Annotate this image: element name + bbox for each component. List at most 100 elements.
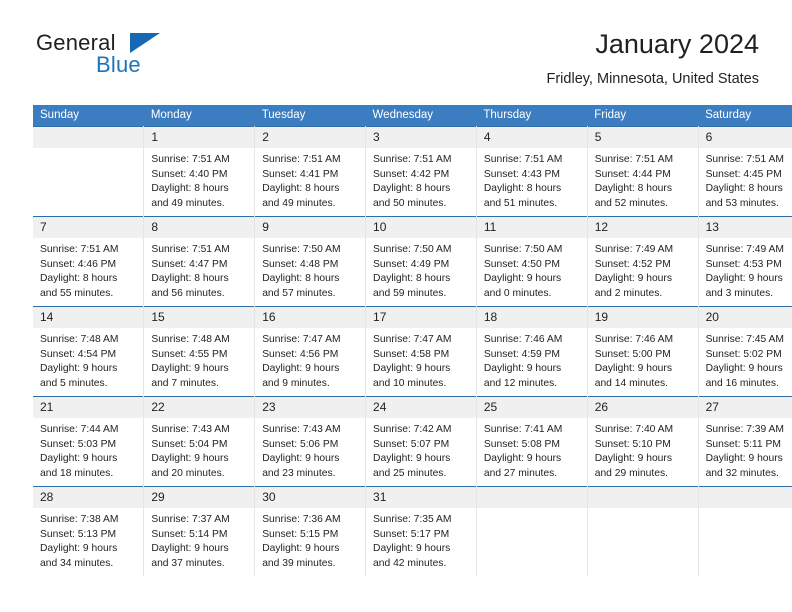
day-cell[interactable]: 5 Sunrise: 7:51 AM Sunset: 4:44 PM Daylight… (587, 126, 699, 217)
daylight-text-line2: and 49 minutes. (262, 197, 336, 209)
sunrise-text: Sunrise: 7:46 AM (483, 334, 563, 345)
day-cell[interactable]: 31 Sunrise: 7:35 AM Sunset: 5:17 PM Dayligh… (365, 486, 477, 576)
day-cell[interactable]: 2 Sunrise: 7:51 AM Sunset: 4:41 PM Daylight… (254, 126, 367, 217)
daylight-text-line2: and 2 minutes. (594, 287, 663, 299)
day-cell-body: Sunrise: 7:44 AM Sunset: 5:03 PM Daylight:… (33, 418, 143, 481)
daylight-text-line1: Daylight: 8 hours (705, 183, 783, 195)
day-cell[interactable]: 24 Sunrise: 7:42 AM Sunset: 5:07 PM Dayligh… (365, 396, 477, 487)
day-cell[interactable]: 7 Sunrise: 7:51 AM Sunset: 4:46 PM Daylight… (33, 216, 145, 307)
sunrise-text: Sunrise: 7:44 AM (40, 424, 119, 435)
day-cell[interactable]: 29 Sunrise: 7:37 AM Sunset: 5:14 PM Dayligh… (143, 486, 256, 576)
day-cell[interactable]: 11 Sunrise: 7:50 AM Sunset: 4:50 PM Dayligh… (476, 216, 588, 307)
day-cell-body: Sunrise: 7:38 AM Sunset: 5:13 PM Daylight:… (33, 508, 143, 571)
day-cell[interactable]: 22 Sunrise: 7:43 AM Sunset: 5:04 PM Dayligh… (143, 396, 256, 487)
day-cell[interactable]: 20 Sunrise: 7:45 AM Sunset: 5:02 PM Dayligh… (698, 306, 792, 397)
daylight-text-line1: Daylight: 9 hours (262, 543, 340, 555)
day-number: 12 (587, 217, 698, 238)
day-cell[interactable]: 6 Sunrise: 7:51 AM Sunset: 4:45 PM Daylight… (698, 126, 792, 217)
day-cell[interactable]: 25 Sunrise: 7:41 AM Sunset: 5:08 PM Dayligh… (476, 396, 588, 487)
daylight-text-line2: and 18 minutes. (40, 467, 114, 479)
day-number: 2 (255, 127, 366, 148)
day-cell-body: Sunrise: 7:51 AM Sunset: 4:45 PM Daylight:… (699, 148, 792, 211)
day-number: 3 (366, 127, 476, 148)
day-cell-body (588, 508, 698, 513)
daylight-text-line2: and 7 minutes. (151, 377, 219, 389)
sunset-text: Sunset: 5:10 PM (594, 438, 671, 450)
sunrise-text: Sunrise: 7:36 AM (262, 514, 341, 525)
sunset-text: Sunset: 4:45 PM (705, 168, 782, 180)
day-cell[interactable]: 3 Sunrise: 7:51 AM Sunset: 4:42 PM Daylight… (365, 126, 477, 217)
weekday-header-friday: Friday (587, 105, 699, 127)
calendar-week-row: 1 Sunrise: 7:51 AM Sunset: 4:40 PM Daylight… (33, 126, 792, 217)
calendar-table: Sunday Monday Tuesday Wednesday Thursday Frid… (33, 105, 792, 576)
day-cell[interactable]: 16 Sunrise: 7:47 AM Sunset: 4:56 PM Dayligh… (254, 306, 367, 397)
sunset-text: Sunset: 5:17 PM (373, 528, 450, 540)
daylight-text-line1: Daylight: 9 hours (705, 363, 783, 375)
sunrise-text: Sunrise: 7:49 AM (594, 244, 674, 255)
day-cell[interactable]: 17 Sunrise: 7:47 AM Sunset: 4:58 PM Dayligh… (365, 306, 477, 397)
day-cell[interactable]: 13 Sunrise: 7:49 AM Sunset: 4:53 PM Dayligh… (698, 216, 792, 307)
day-cell-body: Sunrise: 7:51 AM Sunset: 4:43 PM Daylight:… (477, 148, 587, 211)
day-cell[interactable]: 27 Sunrise: 7:39 AM Sunset: 5:11 PM Dayligh… (698, 396, 792, 487)
daylight-text-line1: Daylight: 8 hours (594, 183, 672, 195)
day-number (476, 487, 587, 508)
day-cell[interactable]: 15 Sunrise: 7:48 AM Sunset: 4:55 PM Dayligh… (143, 306, 256, 397)
sunrise-text: Sunrise: 7:35 AM (373, 514, 452, 525)
daylight-text-line1: Daylight: 8 hours (40, 273, 118, 285)
day-number: 24 (366, 397, 476, 418)
daylight-text-line2: and 34 minutes. (40, 557, 114, 569)
sunrise-text: Sunrise: 7:51 AM (262, 154, 341, 165)
daylight-text-line1: Daylight: 9 hours (705, 273, 783, 285)
day-cell[interactable]: 23 Sunrise: 7:43 AM Sunset: 5:06 PM Dayligh… (254, 396, 367, 487)
sunrise-text: Sunrise: 7:51 AM (373, 154, 452, 165)
day-number: 15 (144, 307, 255, 328)
calendar-body: 1 Sunrise: 7:51 AM Sunset: 4:40 PM Daylight… (33, 126, 792, 576)
day-cell[interactable]: 14 Sunrise: 7:48 AM Sunset: 4:54 PM Dayligh… (33, 306, 145, 397)
daylight-text-line2: and 57 minutes. (262, 287, 336, 299)
day-cell-body: Sunrise: 7:49 AM Sunset: 4:53 PM Daylight:… (699, 238, 792, 301)
daylight-text-line2: and 56 minutes. (151, 287, 225, 299)
day-number (587, 487, 698, 508)
weekday-header-sunday: Sunday (33, 105, 144, 127)
day-cell[interactable]: 28 Sunrise: 7:38 AM Sunset: 5:13 PM Dayligh… (33, 486, 145, 576)
sunset-text: Sunset: 4:52 PM (594, 258, 671, 270)
day-cell[interactable]: 9 Sunrise: 7:50 AM Sunset: 4:48 PM Daylight… (254, 216, 367, 307)
day-cell-body: Sunrise: 7:51 AM Sunset: 4:40 PM Daylight:… (144, 148, 254, 211)
day-number (33, 127, 144, 148)
daylight-text-line1: Daylight: 9 hours (40, 543, 118, 555)
day-cell-empty (698, 486, 792, 576)
sunset-text: Sunset: 4:43 PM (483, 168, 561, 180)
sunrise-text: Sunrise: 7:51 AM (483, 154, 563, 165)
day-cell-body: Sunrise: 7:39 AM Sunset: 5:11 PM Daylight:… (699, 418, 792, 481)
calendar-week-row: 21 Sunrise: 7:44 AM Sunset: 5:03 PM Dayligh… (33, 396, 792, 487)
calendar-week-row: 14 Sunrise: 7:48 AM Sunset: 4:54 PM Dayligh… (33, 306, 792, 397)
day-number: 23 (255, 397, 366, 418)
daylight-text-line2: and 27 minutes. (483, 467, 558, 479)
day-cell-body: Sunrise: 7:46 AM Sunset: 4:59 PM Daylight:… (477, 328, 587, 391)
day-cell-body: Sunrise: 7:50 AM Sunset: 4:50 PM Daylight:… (477, 238, 587, 301)
day-cell[interactable]: 10 Sunrise: 7:50 AM Sunset: 4:49 PM Dayligh… (365, 216, 477, 307)
sunrise-text: Sunrise: 7:51 AM (705, 154, 784, 165)
general-blue-logo[interactable]: General Blue (33, 30, 233, 86)
day-number: 6 (698, 127, 792, 148)
sunset-text: Sunset: 4:40 PM (151, 168, 228, 180)
day-cell[interactable]: 4 Sunrise: 7:51 AM Sunset: 4:43 PM Daylight… (476, 126, 588, 217)
daylight-text-line2: and 20 minutes. (151, 467, 225, 479)
day-number: 7 (33, 217, 144, 238)
day-cell[interactable]: 1 Sunrise: 7:51 AM Sunset: 4:40 PM Daylight… (143, 126, 256, 217)
day-cell-body: Sunrise: 7:51 AM Sunset: 4:46 PM Daylight:… (33, 238, 143, 301)
daylight-text-line1: Daylight: 9 hours (40, 363, 118, 375)
daylight-text-line1: Daylight: 9 hours (40, 453, 118, 465)
daylight-text-line1: Daylight: 9 hours (373, 363, 451, 375)
sunset-text: Sunset: 4:56 PM (262, 348, 339, 360)
day-cell[interactable]: 8 Sunrise: 7:51 AM Sunset: 4:47 PM Daylight… (143, 216, 256, 307)
day-cell[interactable]: 18 Sunrise: 7:46 AM Sunset: 4:59 PM Dayligh… (476, 306, 588, 397)
day-number: 10 (366, 217, 476, 238)
sunset-text: Sunset: 5:03 PM (40, 438, 117, 450)
day-cell[interactable]: 26 Sunrise: 7:40 AM Sunset: 5:10 PM Dayligh… (587, 396, 699, 487)
daylight-text-line1: Daylight: 8 hours (151, 183, 229, 195)
day-cell[interactable]: 30 Sunrise: 7:36 AM Sunset: 5:15 PM Dayligh… (254, 486, 367, 576)
day-cell[interactable]: 19 Sunrise: 7:46 AM Sunset: 5:00 PM Dayligh… (587, 306, 699, 397)
day-cell[interactable]: 21 Sunrise: 7:44 AM Sunset: 5:03 PM Dayligh… (33, 396, 145, 487)
day-cell[interactable]: 12 Sunrise: 7:49 AM Sunset: 4:52 PM Dayligh… (587, 216, 699, 307)
